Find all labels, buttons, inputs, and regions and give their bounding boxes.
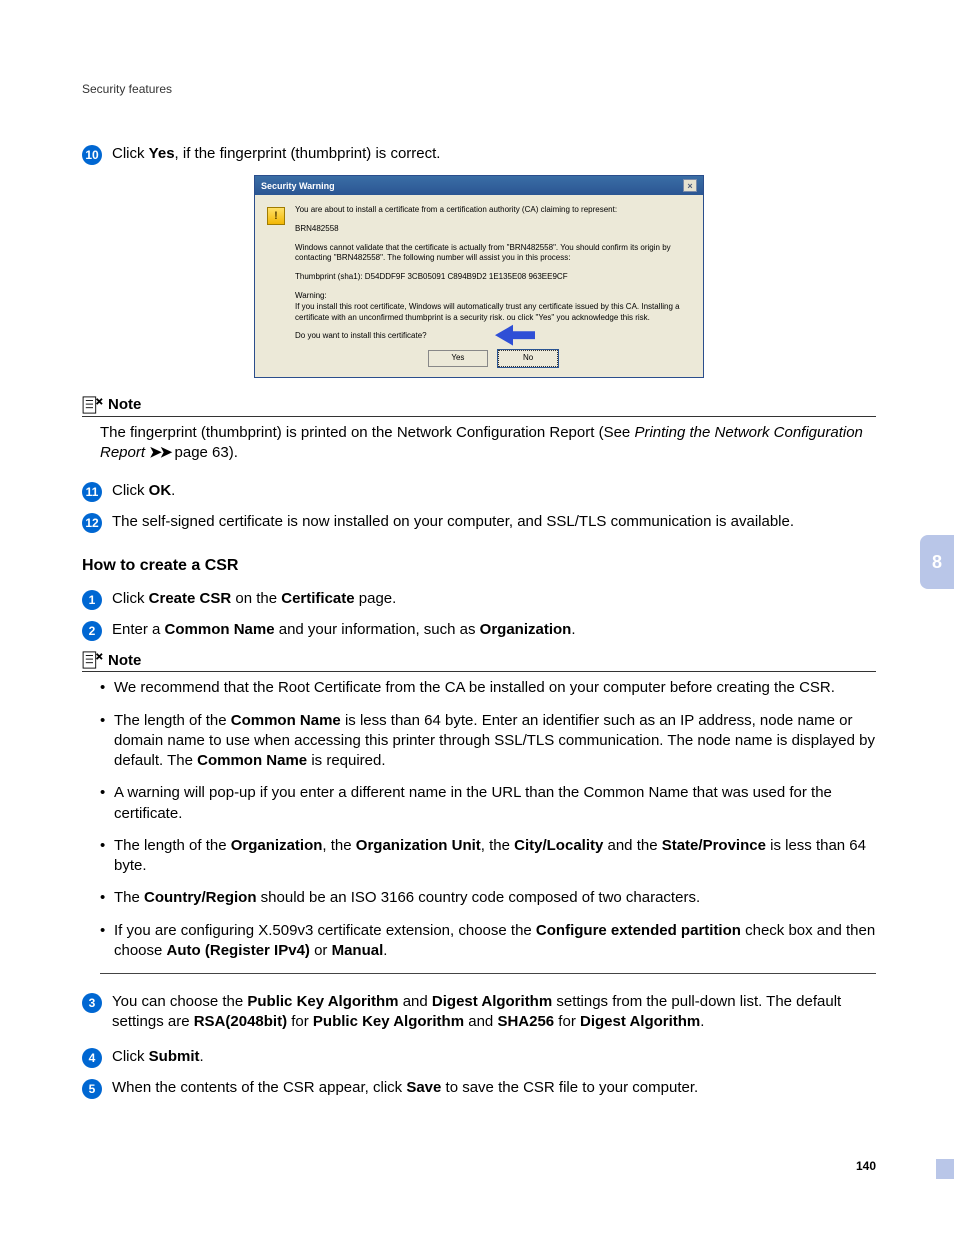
step-number-badge: 12 (82, 513, 102, 533)
step-text: Click Create CSR on the Certificate page… (112, 589, 876, 609)
step-number-badge: 3 (82, 993, 102, 1013)
step-number-badge: 11 (82, 482, 102, 502)
divider (100, 973, 876, 974)
step-text: Enter a Common Name and your information… (112, 620, 876, 640)
running-header: Security features (82, 82, 876, 96)
step-text: Click OK. (112, 481, 876, 501)
note-block: Note We recommend that the Root Certific… (82, 651, 876, 974)
step-number-badge: 4 (82, 1048, 102, 1068)
csr-step-2: 2 Enter a Common Name and your informati… (82, 620, 876, 641)
step-11: 11 Click OK. (82, 481, 876, 502)
step-number-badge: 10 (82, 145, 102, 165)
list-item: A warning will pop-up if you enter a dif… (100, 783, 876, 824)
callout-arrow-icon (495, 322, 535, 348)
security-warning-dialog-illustration: Security Warning × ! You are about to in… (82, 175, 876, 378)
csr-step-4: 4 Click Submit. (82, 1047, 876, 1068)
warning-icon: ! (267, 207, 285, 225)
dialog-titlebar: Security Warning × (255, 176, 703, 195)
note-header: Note (82, 651, 876, 672)
dialog-title-text: Security Warning (261, 181, 335, 191)
note-label: Note (108, 652, 141, 669)
note-icon (82, 651, 104, 669)
step-text: Click Yes, if the fingerprint (thumbprin… (112, 144, 876, 164)
page-number: 140 (856, 1159, 876, 1173)
section-heading: How to create a CSR (82, 557, 876, 575)
step-12: 12 The self-signed certificate is now in… (82, 512, 876, 533)
list-item: The length of the Organization, the Orga… (100, 836, 876, 877)
list-item: If you are configuring X.509v3 certifica… (100, 921, 876, 962)
list-item: We recommend that the Root Certificate f… (100, 678, 876, 698)
double-chevron-icon: ➤➤ (149, 444, 170, 461)
note-header: Note (82, 396, 876, 417)
note-icon (82, 396, 104, 414)
chapter-tab: 8 (920, 535, 954, 589)
csr-step-3: 3 You can choose the Public Key Algorith… (82, 992, 876, 1033)
note-list: We recommend that the Root Certificate f… (100, 678, 876, 961)
dialog-text: You are about to install a certificate f… (295, 205, 691, 367)
page-corner-accent (936, 1159, 954, 1179)
step-text: You can choose the Public Key Algorithm … (112, 992, 876, 1033)
dialog-window: Security Warning × ! You are about to in… (254, 175, 704, 378)
note-body: The fingerprint (thumbprint) is printed … (100, 423, 876, 464)
csr-step-5: 5 When the contents of the CSR appear, c… (82, 1078, 876, 1099)
step-number-badge: 5 (82, 1079, 102, 1099)
step-10: 10 Click Yes, if the fingerprint (thumbp… (82, 144, 876, 165)
step-text: The self-signed certificate is now insta… (112, 512, 876, 532)
list-item: The length of the Common Name is less th… (100, 711, 876, 772)
dialog-buttons: Yes No (295, 350, 691, 367)
note-label: Note (108, 396, 141, 413)
note-block: Note The fingerprint (thumbprint) is pri… (82, 396, 876, 464)
step-number-badge: 2 (82, 621, 102, 641)
csr-step-1: 1 Click Create CSR on the Certificate pa… (82, 589, 876, 610)
close-icon: × (683, 179, 697, 192)
dialog-body: ! You are about to install a certificate… (255, 195, 703, 377)
step-number-badge: 1 (82, 590, 102, 610)
no-button: No (498, 350, 558, 367)
step-text: Click Submit. (112, 1047, 876, 1067)
step-text: When the contents of the CSR appear, cli… (112, 1078, 876, 1098)
list-item: The Country/Region should be an ISO 3166… (100, 888, 876, 908)
document-page: Security features 10 Click Yes, if the f… (0, 0, 954, 1099)
yes-button: Yes (428, 350, 488, 367)
